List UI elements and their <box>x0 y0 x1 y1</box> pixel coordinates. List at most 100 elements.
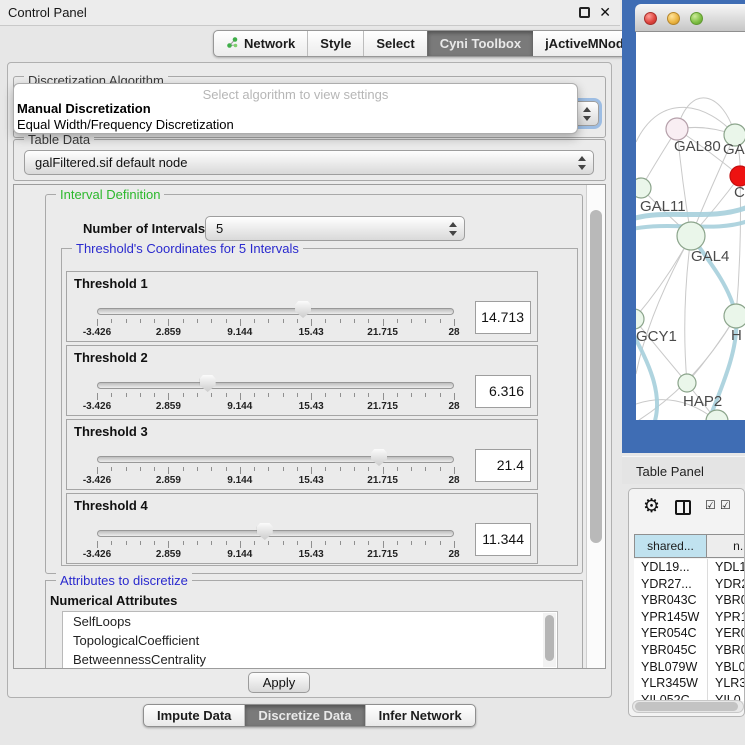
tick-label: 2.859 <box>156 401 181 412</box>
table-row[interactable]: YBR043CYBR0 <box>634 592 745 609</box>
table-data-combo[interactable]: galFiltered.sif default node <box>24 150 594 175</box>
network-window-titlebar[interactable] <box>635 4 745 32</box>
tick-mark <box>268 467 269 471</box>
table-row[interactable]: YDL19...YDL1 <box>634 559 745 576</box>
menu-item-manual-discretization[interactable]: Manual Discretization <box>17 101 151 116</box>
tick-label: -3.426 <box>83 401 111 412</box>
table-data-group-title: Table Data <box>24 132 94 147</box>
vertical-scrollbar-thumb[interactable] <box>590 210 602 543</box>
slider-track[interactable] <box>97 530 454 537</box>
network-node-label: GA <box>723 141 745 158</box>
column-header-shared-name[interactable]: shared... <box>634 534 707 558</box>
attributes-group-title: Attributes to discretize <box>56 573 192 588</box>
tick-mark <box>397 319 398 323</box>
tick-label: -3.426 <box>83 475 111 486</box>
slider-thumb[interactable] <box>257 523 273 540</box>
list-item[interactable]: SelfLoops <box>63 612 557 631</box>
tab-network[interactable]: Network <box>214 31 307 56</box>
network-edge <box>636 236 691 319</box>
close-icon[interactable]: ✕ <box>599 4 611 21</box>
tick-mark <box>154 541 155 545</box>
network-canvas[interactable]: GAL80GACGAL11GAL4GCY1HHAP2 <box>636 32 745 420</box>
tick-mark <box>240 467 241 474</box>
tab-style[interactable]: Style <box>307 31 363 56</box>
tick-mark <box>197 393 198 397</box>
checkbox-icon[interactable]: ☑ <box>705 499 716 511</box>
tick-label: -3.426 <box>83 549 111 560</box>
column-header-name[interactable]: n... <box>707 534 745 558</box>
tick-mark <box>454 393 455 400</box>
threshold-value-field[interactable]: 14.713 <box>475 301 531 334</box>
table-row[interactable]: YLR345WYLR3 <box>634 675 745 692</box>
tick-mark <box>197 541 198 545</box>
mac-close-button[interactable] <box>644 12 657 25</box>
tick-mark <box>97 541 98 548</box>
tick-mark <box>340 467 341 471</box>
tick-mark <box>283 467 284 471</box>
threshold-label: Threshold 1 <box>74 276 148 291</box>
tick-mark <box>368 467 369 471</box>
number-of-intervals-combo[interactable]: 5 <box>205 216 465 241</box>
table-cell: YDL19... <box>634 559 707 576</box>
slider-thumb[interactable] <box>200 375 216 392</box>
tick-mark <box>197 467 198 471</box>
slider-thumb[interactable] <box>371 449 387 466</box>
horizontal-scrollbar[interactable] <box>632 700 744 713</box>
slider-track[interactable] <box>97 308 454 315</box>
list-item[interactable]: TopologicalCoefficient <box>63 631 557 650</box>
slider-thumb[interactable] <box>295 301 311 318</box>
network-view-window: GAL80GACGAL11GAL4GCY1HHAP2 <box>622 0 745 453</box>
table-row[interactable]: YDR27...YDR2 <box>634 576 745 593</box>
tick-mark <box>97 467 98 474</box>
table-cell: YLR3 <box>707 675 745 692</box>
table-cell: YBR043C <box>634 592 707 609</box>
tick-mark <box>211 467 212 471</box>
tick-label: 15.43 <box>299 475 324 486</box>
tick-mark <box>397 541 398 545</box>
list-item[interactable]: BetweennessCentrality <box>63 650 557 669</box>
table-row[interactable]: YBL079WYBL0 <box>634 659 745 676</box>
tab-network-label: Network <box>244 36 295 51</box>
tick-mark <box>154 393 155 397</box>
mac-minimize-button[interactable] <box>667 12 680 25</box>
vertical-scrollbar[interactable] <box>586 185 605 668</box>
table-row[interactable]: YBR045CYBR0 <box>634 642 745 659</box>
table-row[interactable]: YPR145WYPR1 <box>634 609 745 626</box>
tab-select[interactable]: Select <box>363 31 426 56</box>
tick-mark <box>325 319 326 323</box>
tab-cyni-toolbox[interactable]: Cyni Toolbox <box>427 31 533 56</box>
horizontal-scrollbar-thumb[interactable] <box>635 702 738 711</box>
tab-impute-data[interactable]: Impute Data <box>144 705 244 726</box>
combo-arrows-icon <box>583 107 591 121</box>
table-panel-title: Table Panel <box>636 464 704 479</box>
tick-label: 15.43 <box>299 549 324 560</box>
tab-discretize-data[interactable]: Discretize Data <box>244 705 364 726</box>
checkbox-icon[interactable]: ☑ <box>720 499 731 511</box>
threshold-value-field[interactable]: 21.4 <box>475 449 531 482</box>
mac-zoom-button[interactable] <box>690 12 703 25</box>
tick-mark <box>325 467 326 471</box>
settings-scrollpane: Interval Definition Number of Intervals … <box>13 184 606 669</box>
bottom-tab-bar: Impute Data Discretize Data Infer Networ… <box>143 704 476 727</box>
list-scrollbar-thumb[interactable] <box>545 615 554 661</box>
list-scrollbar[interactable] <box>543 613 556 667</box>
cyni-toolbox-panel: Discretization Algorithm Select algorith… <box>7 62 612 698</box>
gear-icon[interactable]: ⚙ <box>643 497 660 516</box>
slider-track[interactable] <box>97 382 454 389</box>
float-window-icon[interactable] <box>579 7 590 18</box>
network-node <box>636 309 644 329</box>
threshold-value-field[interactable]: 6.316 <box>475 375 531 408</box>
tick-mark <box>325 393 326 397</box>
menu-item-equal-width-frequency[interactable]: Equal Width/Frequency Discretization <box>17 117 234 132</box>
table-cell: YDR27... <box>634 576 707 593</box>
tab-infer-network[interactable]: Infer Network <box>365 705 475 726</box>
table-row[interactable]: YER054CYER0 <box>634 625 745 642</box>
table-cell: YBR0 <box>707 592 745 609</box>
threshold-value-field[interactable]: 11.344 <box>475 523 531 556</box>
columns-icon[interactable] <box>675 500 691 515</box>
slider-track[interactable] <box>97 456 454 463</box>
threshold-panel-2: Threshold 2-3.4262.8599.14415.4321.71528… <box>66 345 538 416</box>
apply-button[interactable]: Apply <box>248 672 310 693</box>
numerical-attributes-list[interactable]: SelfLoopsTopologicalCoefficientBetweenne… <box>62 611 558 669</box>
tick-mark <box>354 319 355 323</box>
